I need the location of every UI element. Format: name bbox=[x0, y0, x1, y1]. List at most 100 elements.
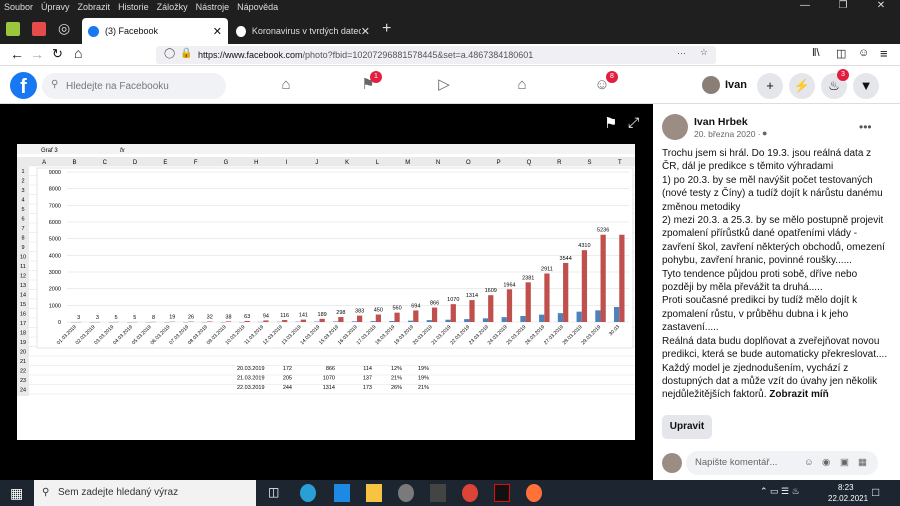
close-window-icon[interactable]: ✕ bbox=[862, 0, 900, 14]
column-header: F bbox=[194, 160, 198, 166]
column-header: E bbox=[163, 160, 167, 166]
profile-name[interactable]: Ivan bbox=[725, 79, 747, 91]
author-name[interactable]: Ivan Hrbek bbox=[694, 116, 748, 128]
fullscreen-icon[interactable]: ⤢ bbox=[628, 114, 639, 131]
y-tick-label: 9000 bbox=[49, 170, 61, 176]
menu-soubor[interactable]: Soubor bbox=[4, 2, 33, 12]
task-view-icon[interactable]: ◫ bbox=[268, 485, 279, 499]
globe-icon[interactable]: ◎ bbox=[58, 20, 70, 37]
gif-icon[interactable]: ▣ bbox=[840, 451, 849, 475]
chart-bar bbox=[319, 318, 325, 322]
page-actions-icon[interactable]: ⋯ bbox=[677, 48, 686, 59]
author-avatar[interactable] bbox=[662, 114, 688, 140]
lock-icon[interactable]: 🔒 bbox=[180, 48, 192, 59]
store-icon[interactable] bbox=[430, 484, 446, 502]
pinned-tab-icon[interactable] bbox=[6, 22, 20, 36]
column-header: K bbox=[345, 160, 349, 166]
table-cell: 26% bbox=[391, 385, 402, 391]
camera-icon[interactable]: ◉ bbox=[822, 451, 830, 475]
notifications-badge: 3 bbox=[837, 69, 849, 81]
facebook-header: f ⚲ Hledejte na Facebooku ⌂ ⚑ 1 ▷ ⌂ ☺ 8 … bbox=[0, 66, 900, 104]
minimize-icon[interactable]: — bbox=[786, 0, 824, 14]
window-controls: — ❐ ✕ bbox=[786, 0, 900, 14]
windows-start-icon[interactable]: ▦ bbox=[10, 485, 23, 502]
column-header: A bbox=[42, 160, 46, 166]
menu-nastroje[interactable]: Nástroje bbox=[196, 2, 230, 12]
facebook-logo-icon[interactable]: f bbox=[10, 72, 37, 99]
back-icon[interactable]: ← bbox=[10, 46, 24, 62]
marketplace-icon[interactable]: ⌂ bbox=[512, 75, 532, 95]
menu-napoveda[interactable]: Nápověda bbox=[237, 2, 278, 12]
home-icon[interactable]: ⌂ bbox=[276, 75, 296, 95]
row-header: 19 bbox=[20, 340, 26, 346]
firefox-icon[interactable] bbox=[526, 484, 542, 502]
row-header: 11 bbox=[20, 264, 26, 270]
table-cell: 19% bbox=[418, 366, 429, 372]
hamburger-menu-icon[interactable]: ≡ bbox=[880, 46, 888, 61]
chart-bar bbox=[544, 273, 550, 322]
profile-avatar[interactable] bbox=[702, 76, 720, 94]
bookmark-star-icon[interactable]: ☆ bbox=[700, 47, 708, 58]
file-explorer-icon[interactable] bbox=[366, 484, 382, 502]
create-plus-icon[interactable]: + bbox=[757, 73, 783, 99]
shield-icon[interactable]: ◯ bbox=[164, 48, 175, 59]
clock-time[interactable]: 8:23 bbox=[838, 483, 854, 492]
sticker-icon[interactable]: ▦ bbox=[858, 451, 867, 475]
post-paragraph: Proti současné predikci by tudíž mělo do… bbox=[662, 295, 858, 334]
comment-input[interactable]: Napište komentář... ☺ ◉ ▣ ▦ bbox=[686, 451, 878, 475]
chart-bar bbox=[394, 312, 400, 322]
chart-bar bbox=[338, 317, 344, 322]
chrome-icon[interactable] bbox=[462, 484, 478, 502]
menu-upravy[interactable]: Úpravy bbox=[41, 2, 70, 12]
restore-icon[interactable]: ❐ bbox=[824, 0, 862, 14]
tag-icon[interactable]: ⚑ bbox=[604, 114, 617, 132]
netflix-icon[interactable] bbox=[494, 484, 510, 502]
chart-bar bbox=[445, 319, 451, 322]
column-header: S bbox=[588, 160, 592, 166]
account-icon[interactable]: ☺ bbox=[858, 47, 869, 59]
emoji-icon[interactable]: ☺ bbox=[804, 451, 814, 475]
row-header: 13 bbox=[20, 283, 26, 289]
show-less-link[interactable]: Zobrazit míň bbox=[769, 389, 828, 400]
post-paragraph: Reálná data budu doplňovat a zveřejňovat… bbox=[662, 335, 888, 361]
library-icon[interactable]: ‖\ bbox=[812, 47, 820, 59]
account-menu-chevron-icon[interactable]: ▼ bbox=[853, 73, 879, 99]
chart-bar bbox=[520, 316, 526, 322]
tab-koronavirus[interactable]: Koronavirus v tvrdých datech - ✕ bbox=[230, 18, 376, 44]
sidebar-icon[interactable]: ◫ bbox=[836, 47, 846, 60]
facebook-favicon-icon bbox=[88, 25, 99, 37]
more-options-icon[interactable]: ••• bbox=[859, 120, 872, 134]
system-tray-icons[interactable]: ⌃ ▭ ☰ ♨ bbox=[760, 486, 800, 497]
column-header: N bbox=[436, 160, 440, 166]
edit-button[interactable]: Upravit bbox=[662, 415, 712, 439]
pinned-tab-icon[interactable] bbox=[32, 22, 46, 36]
notifications-icon[interactable]: □ bbox=[872, 485, 879, 499]
address-bar[interactable]: ◯ 🔒 https://www.facebook.com/photo?fbid=… bbox=[156, 46, 716, 64]
messenger-icon[interactable]: ⚡ bbox=[789, 73, 815, 99]
forward-icon[interactable]: → bbox=[30, 46, 44, 62]
data-label: 866 bbox=[430, 301, 439, 307]
edge-icon[interactable] bbox=[300, 484, 316, 502]
menu-zalozky[interactable]: Záložky bbox=[157, 2, 188, 12]
table-cell: 21.03.2019 bbox=[237, 376, 265, 382]
row-header: 1 bbox=[21, 169, 24, 175]
menu-zobrazit[interactable]: Zobrazit bbox=[78, 2, 111, 12]
search-icon: ⚲ bbox=[42, 487, 50, 498]
facebook-search-input[interactable]: ⚲ Hledejte na Facebooku bbox=[42, 73, 226, 99]
row-header: 5 bbox=[21, 207, 24, 213]
clock-date[interactable]: 22.02.2021 bbox=[828, 494, 868, 503]
new-tab-icon[interactable]: + bbox=[382, 20, 391, 38]
watch-icon[interactable]: ▷ bbox=[434, 75, 454, 95]
close-tab-icon[interactable]: ✕ bbox=[213, 25, 222, 38]
post-date[interactable]: 20. března 2020 · bbox=[694, 129, 761, 139]
chart-bar bbox=[263, 320, 269, 322]
menu-historie[interactable]: Historie bbox=[118, 2, 149, 12]
taskbar-search-input[interactable]: ⚲ Sem zadejte hledaný výraz bbox=[34, 480, 256, 506]
tab-facebook[interactable]: (3) Facebook ✕ bbox=[82, 18, 228, 44]
mail-icon[interactable] bbox=[334, 484, 350, 502]
reload-icon[interactable]: ↻ bbox=[52, 46, 63, 62]
app-icon[interactable] bbox=[398, 484, 414, 502]
chart-bar bbox=[506, 289, 513, 322]
close-tab-icon[interactable]: ✕ bbox=[361, 25, 370, 38]
home-icon[interactable]: ⌂ bbox=[74, 45, 82, 61]
